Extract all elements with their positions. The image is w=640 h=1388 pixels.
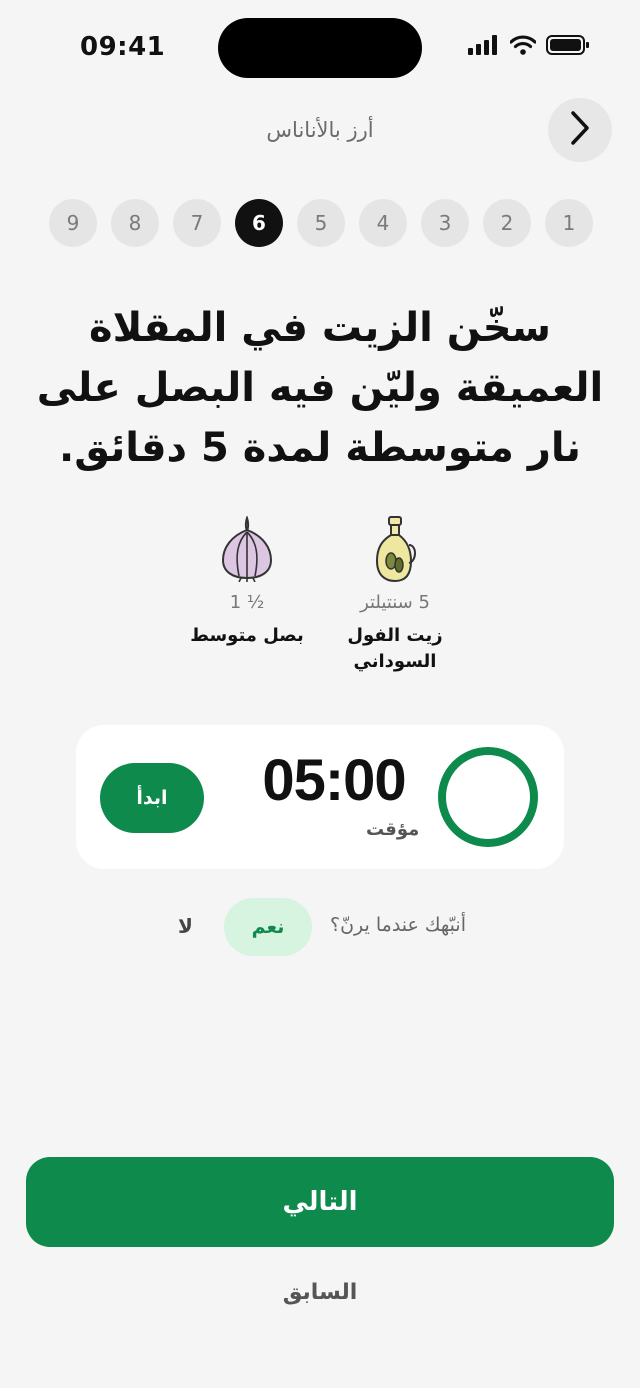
step-4-button[interactable]: 4 bbox=[359, 199, 407, 247]
timer-value: 05:00 bbox=[262, 748, 406, 813]
status-time: 09:41 bbox=[80, 32, 166, 62]
ingredient-amount: 5 سنتيلتر bbox=[360, 592, 430, 613]
recipe-step-screen: 09:41 أرز بالأناناس 1 2 3 4 5 6 7 8 9 سخ… bbox=[0, 0, 640, 1388]
ingredient-name: زيت الفول السوداني bbox=[347, 625, 443, 672]
timer-card: 05:00 مؤقت ابدأ bbox=[76, 725, 564, 869]
step-6-button-active[interactable]: 6 bbox=[235, 199, 283, 247]
ingredient-oil: 5 سنتيلتر زيت الفول السوداني bbox=[335, 514, 455, 675]
battery-icon bbox=[546, 34, 590, 60]
step-7-button[interactable]: 7 bbox=[173, 199, 221, 247]
ingredient-onion: ½ 1 بصل متوسط bbox=[180, 514, 314, 649]
step-5-button[interactable]: 5 bbox=[297, 199, 345, 247]
ingredient-name: بصل متوسط bbox=[190, 625, 304, 646]
ingredient-amount: ½ 1 bbox=[229, 592, 265, 613]
previous-step-button[interactable]: السابق bbox=[0, 1280, 640, 1305]
recipe-title: أرز بالأناناس bbox=[266, 118, 374, 142]
chevron-right-icon bbox=[569, 110, 591, 150]
onion-icon bbox=[180, 514, 314, 584]
start-timer-button[interactable]: ابدأ bbox=[100, 763, 204, 833]
status-icons bbox=[468, 34, 590, 60]
wifi-icon bbox=[509, 35, 537, 59]
next-step-button[interactable]: التالي bbox=[26, 1157, 614, 1247]
step-1-button[interactable]: 1 bbox=[545, 199, 593, 247]
step-8-button[interactable]: 8 bbox=[111, 199, 159, 247]
notify-question: أنبّهك عندما يرنّ؟ bbox=[330, 914, 466, 936]
oil-bottle-icon bbox=[335, 514, 455, 584]
dynamic-island bbox=[218, 18, 422, 78]
step-9-button[interactable]: 9 bbox=[49, 199, 97, 247]
timer-label: مؤقت bbox=[366, 819, 420, 840]
step-2-button[interactable]: 2 bbox=[483, 199, 531, 247]
step-3-button[interactable]: 3 bbox=[421, 199, 469, 247]
notify-yes-button[interactable]: نعم bbox=[224, 898, 312, 956]
back-button[interactable] bbox=[548, 98, 612, 162]
step-indicator: 1 2 3 4 5 6 7 8 9 bbox=[48, 199, 593, 247]
cellular-signal-icon bbox=[468, 35, 500, 59]
timer-progress-ring bbox=[438, 747, 538, 847]
step-instruction: سخّن الزيت في المقلاة العميقة وليّن فيه … bbox=[36, 305, 604, 471]
notify-no-button[interactable]: لا bbox=[178, 914, 193, 938]
